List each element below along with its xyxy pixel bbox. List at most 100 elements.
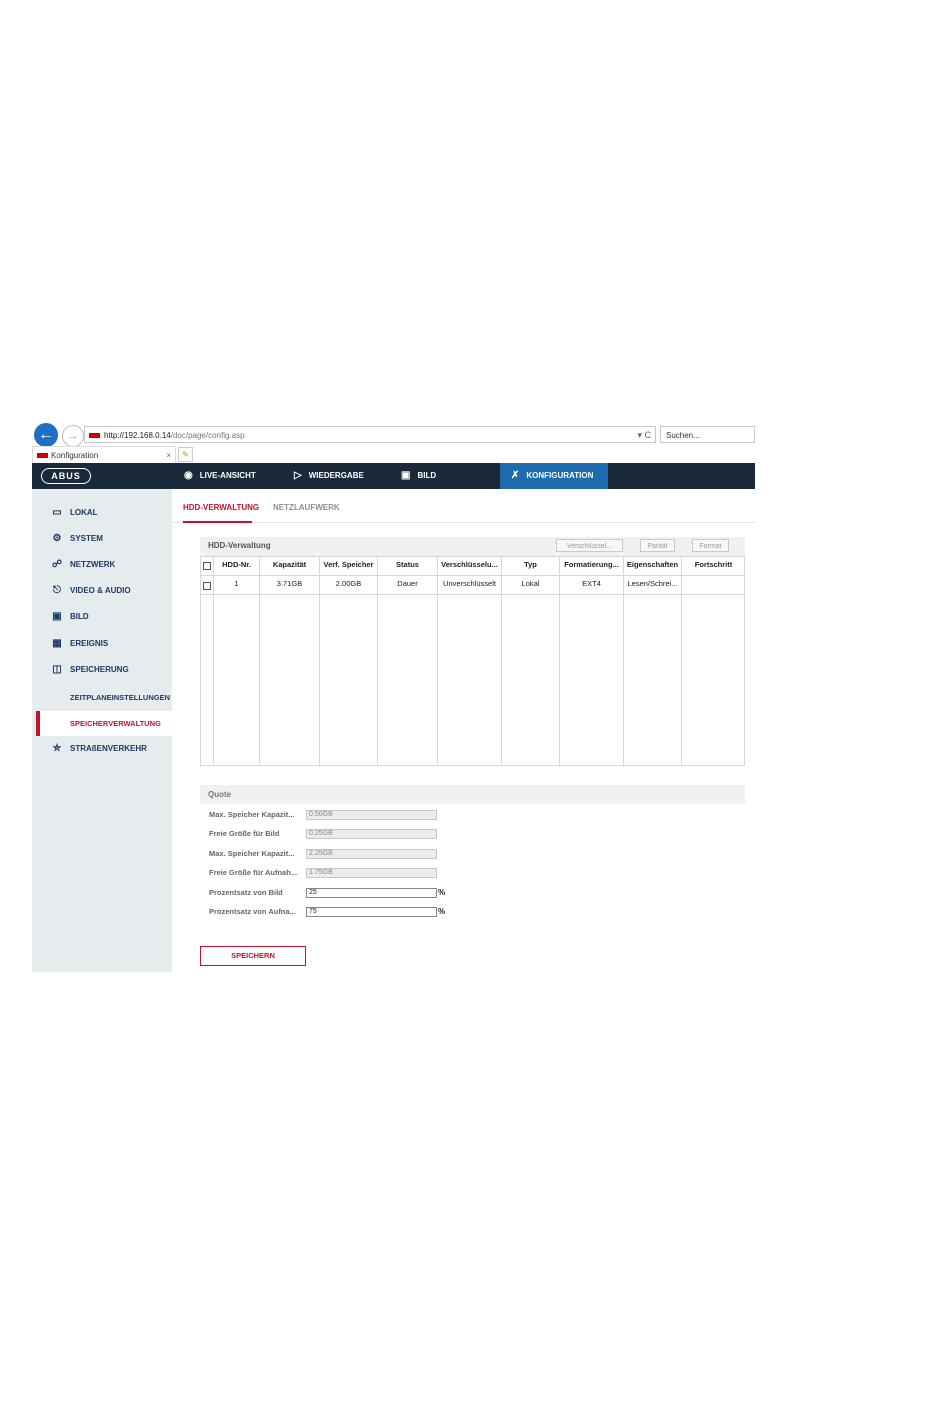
table-row-divider: [200, 594, 745, 595]
forward-button[interactable]: →: [62, 425, 84, 447]
record-percent-input[interactable]: 75: [306, 907, 437, 917]
arrow-left-icon: ←: [38, 426, 54, 443]
monitor-icon: ▭: [52, 507, 62, 518]
arrow-right-icon: →: [67, 430, 79, 442]
encrypt-button[interactable]: Verschlüssel...: [556, 539, 623, 552]
quota-label-free-record-size: Freie Größe für Aufnah...: [209, 868, 298, 877]
tab-divider: [172, 522, 755, 523]
image-icon: ▣: [401, 470, 411, 481]
col-header-hdd-nr[interactable]: HDD-Nr.: [214, 560, 259, 569]
image-percent-unit: %: [438, 888, 446, 897]
table-cell-hdd-nr: 1: [234, 579, 239, 588]
eye-icon: ◉: [184, 470, 193, 481]
tab-title: Konfiguration: [51, 451, 99, 460]
quota-label-record-percent: Prozentsatz von Aufna...: [209, 907, 296, 916]
sidebar-item-video-audio[interactable]: ⎋ VIDEO & AUDIO: [50, 584, 131, 598]
tab-active-underline: [183, 521, 252, 523]
nav-live-view[interactable]: ◉ LIVE-ANSICHT: [184, 463, 256, 489]
tab-hdd-verwaltung[interactable]: HDD-VERWALTUNG: [183, 503, 259, 512]
table-header-divider: [200, 575, 745, 576]
nav-live-label: LIVE-ANSICHT: [199, 471, 256, 481]
parity-button[interactable]: Parität: [640, 539, 675, 552]
col-header-status[interactable]: Status: [378, 560, 437, 569]
refresh-icon[interactable]: ▾ C: [637, 427, 651, 444]
table-cell-typ: Lokal: [521, 579, 540, 588]
abus-logo: ABUS: [41, 468, 91, 484]
sidebar-item-label: SPEICHERUNG: [70, 665, 129, 674]
table-cell-formatierung: EXT4: [582, 579, 601, 588]
tools-icon: ✗: [511, 470, 520, 481]
quota-label-max-record-capacity: Max. Speicher Kapazit...: [209, 849, 295, 858]
image-percent-input[interactable]: 25: [306, 888, 437, 898]
new-tab-button[interactable]: ✎: [178, 447, 193, 462]
sidebar-item-speicherung[interactable]: ◫ SPEICHERUNG: [50, 663, 129, 677]
quota-panel-header: [200, 785, 745, 804]
sidebar-item-netzwerk[interactable]: ☍ NETZWERK: [50, 558, 115, 572]
table-cell-status: Dauer: [397, 579, 418, 588]
site-favicon-icon: [89, 433, 100, 439]
tab-close-icon[interactable]: ×: [166, 447, 171, 464]
quota-panel-title: Quote: [208, 790, 232, 799]
col-header-kapazitaet[interactable]: Kapazität: [260, 560, 319, 569]
save-button[interactable]: SPEICHERN: [200, 946, 306, 966]
nav-playback-label: WIEDERGABE: [308, 471, 364, 481]
sidebar-item-label: BILD: [70, 612, 89, 621]
sidebar-item-system[interactable]: ⚙ SYSTEM: [50, 532, 103, 546]
search-input[interactable]: Suchen...: [660, 426, 755, 443]
col-header-verschluesselung[interactable]: Verschlüsselu...: [438, 560, 501, 569]
record-percent-unit: %: [438, 907, 446, 916]
browser-tab[interactable]: Konfiguration ×: [32, 446, 176, 463]
sidebar-item-lokal[interactable]: ▭ LOKAL: [50, 506, 98, 520]
top-navigation: [32, 463, 755, 489]
table-cell-verschluesselung: Unverschlüsselt: [443, 579, 496, 588]
new-tab-icon: ✎: [182, 450, 189, 459]
sidebar-item-bild[interactable]: ▣ BILD: [50, 610, 89, 624]
format-button[interactable]: Format: [692, 539, 729, 552]
quota-label-image-percent: Prozentsatz von Bild: [209, 888, 283, 897]
nav-config-label: KONFIGURATION: [526, 471, 594, 481]
sidebar-subitem-zeitplan[interactable]: ZEITPLANEINSTELLUNGEN: [70, 691, 170, 705]
table-cell-kapazitaet: 3.71GB: [276, 579, 303, 588]
quota-field-free-record-size: 1.75GB: [306, 868, 437, 878]
sidebar-item-label: STRAßENVERKEHR: [70, 744, 147, 753]
sidebar-item-label: SYSTEM: [70, 534, 103, 543]
col-header-eigenschaften[interactable]: Eigenschaften: [624, 560, 681, 569]
quota-label-free-image-size: Freie Größe für Bild: [209, 829, 280, 838]
address-bar[interactable]: http://192.168.0.14/doc/page/config.asp …: [84, 426, 656, 443]
calendar-icon: ▦: [52, 638, 62, 649]
nav-image[interactable]: ▣ BILD: [401, 463, 436, 489]
image-icon: ▣: [52, 611, 62, 622]
nav-configuration[interactable]: ✗ KONFIGURATION: [511, 463, 593, 489]
sidebar-item-label: LOKAL: [70, 508, 98, 517]
sidebar-subitem-speicherverwaltung[interactable]: SPEICHERVERWALTUNG: [70, 717, 161, 731]
column-divider: [681, 556, 682, 766]
sidebar-item-label: EREIGNIS: [70, 639, 109, 648]
sidebar-item-strassenverkehr[interactable]: ⛤ STRAßENVERKEHR: [50, 742, 147, 756]
select-all-checkbox[interactable]: [203, 562, 211, 570]
gear-icon: ⚙: [52, 533, 62, 544]
url-host: http://192.168.0.14: [104, 431, 171, 440]
floppy-icon: ◫: [52, 664, 62, 675]
col-header-formatierung[interactable]: Formatierung...: [560, 560, 623, 569]
nav-playback[interactable]: ▷ WIEDERGABE: [294, 463, 364, 489]
quota-field-max-record-capacity: 2.25GB: [306, 849, 437, 859]
sidebar-item-ereignis[interactable]: ▦ EREIGNIS: [50, 637, 108, 651]
car-search-icon: ⛤: [53, 743, 61, 754]
col-header-typ[interactable]: Typ: [502, 560, 559, 569]
back-button[interactable]: ←: [34, 423, 58, 447]
nav-image-label: BILD: [417, 471, 437, 481]
quota-field-free-image-size: 0.25GB: [306, 829, 437, 839]
url-path: /doc/page/config.asp: [170, 431, 245, 440]
col-header-fortschritt[interactable]: Fortschritt: [682, 560, 745, 569]
sidebar-item-label: NETZWERK: [70, 560, 116, 569]
tab-netzlaufwerk[interactable]: NETZLAUFWERK: [273, 503, 340, 512]
quota-label-max-image-capacity: Max. Speicher Kapazit...: [209, 810, 295, 819]
hdd-panel-title: HDD-Verwaltung: [208, 541, 271, 550]
sidebar-item-label: VIDEO & AUDIO: [70, 586, 131, 595]
tab-favicon-icon: [37, 453, 48, 459]
microphone-icon: ⎋: [53, 585, 61, 596]
row-checkbox[interactable]: [203, 582, 211, 590]
col-header-verf-speicher[interactable]: Verf. Speicher: [320, 560, 377, 569]
quota-field-max-image-capacity: 0.50GB: [306, 810, 437, 820]
table-cell-verf-speicher: 2.00GB: [335, 579, 362, 588]
